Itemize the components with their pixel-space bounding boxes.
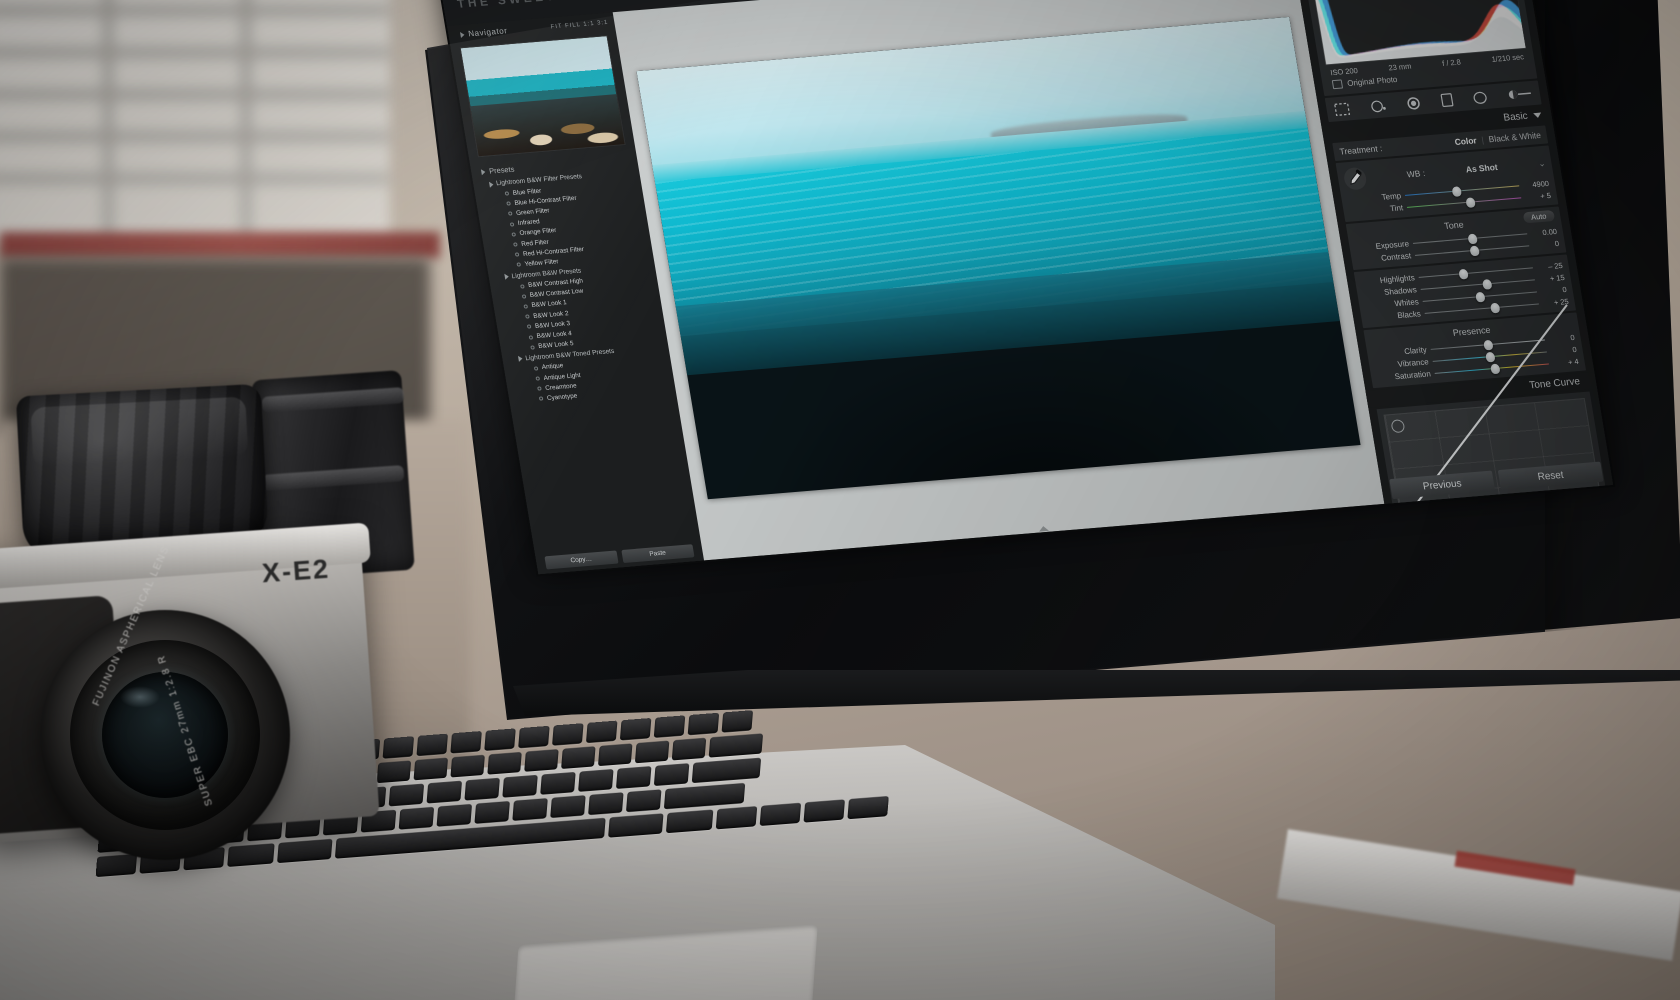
slider-value[interactable]: 0 — [1548, 332, 1576, 343]
preset-bullet-icon — [504, 191, 510, 196]
slider-value[interactable]: 0.00 — [1530, 226, 1558, 237]
wall-accent-stripe — [0, 232, 440, 258]
lightroom-window: Lightroom File Edit Develop Photo Settin… — [435, 0, 1614, 575]
basic-title: Basic — [1502, 110, 1529, 124]
crop-overlay-icon[interactable] — [1333, 102, 1351, 116]
tone-curve-panel — [1376, 304, 1610, 532]
presets-label: Presets — [488, 164, 516, 176]
auto-tone-button[interactable]: Auto — [1522, 209, 1556, 224]
slider-value[interactable]: 0 — [1532, 238, 1560, 249]
preset-bullet-icon — [514, 252, 520, 257]
copy-button[interactable]: Copy… — [544, 550, 619, 570]
preset-bullet-icon — [537, 386, 542, 391]
graduated-filter-icon[interactable] — [1440, 93, 1454, 108]
tone-curve-title: Tone Curve — [1528, 376, 1581, 392]
identity-plate[interactable]: THE SWEET SETUP — [456, 0, 620, 11]
disclosure-triangle-icon[interactable] — [504, 273, 510, 280]
white-balance-selector-icon[interactable] — [1342, 166, 1368, 191]
navigator-zoom-options[interactable]: FIT FILL 1:1 3:1 — [550, 19, 609, 30]
treatment-bw-option[interactable]: Black & White — [1488, 130, 1542, 144]
slider-value[interactable]: + 5 — [1524, 190, 1552, 201]
navigator-thumbnail[interactable] — [459, 34, 626, 158]
preset-bullet-icon — [506, 201, 511, 206]
target-adjustment-icon[interactable] — [1390, 419, 1406, 434]
checkbox-icon[interactable] — [1331, 79, 1344, 90]
spot-removal-icon[interactable] — [1369, 99, 1388, 113]
slider-value[interactable]: 4900 — [1522, 178, 1550, 189]
preset-bullet-icon — [528, 334, 534, 340]
wb-value[interactable]: As Shot — [1465, 162, 1498, 175]
slider-value[interactable]: 0 — [1550, 344, 1578, 355]
camera-model-badge: X-E2 — [261, 553, 331, 589]
preset-bullet-icon — [523, 304, 529, 309]
slider-value[interactable]: 0 — [1540, 284, 1568, 295]
preset-bullet-icon — [509, 221, 515, 227]
photograph-scene: Lightroom File Edit Develop Photo Settin… — [0, 0, 1680, 1000]
slider-value[interactable]: + 15 — [1538, 272, 1565, 283]
histogram-panel: ISO 200 23 mm f / 2.8 1/210 sec Original… — [1304, 0, 1538, 97]
red-eye-icon[interactable] — [1406, 96, 1422, 110]
camera-lens-glass — [102, 672, 228, 798]
disclosure-triangle-icon[interactable] — [488, 180, 494, 188]
preset-label: Cyanotype — [546, 392, 578, 403]
preset-label: Red Filter — [520, 238, 550, 248]
preset-bullet-icon — [511, 232, 517, 237]
image-canvas[interactable] — [612, 0, 1385, 561]
preset-label: Infrared — [517, 218, 541, 228]
slider-label: Blacks — [1396, 308, 1422, 320]
tone-title: Tone — [1443, 219, 1465, 232]
lightroom-workspace: Navigator FIT FILL 1:1 3:1 Presets Light… — [447, 0, 1614, 575]
aperture-value: f / 2.8 — [1441, 57, 1462, 68]
wb-label: WB : — [1406, 167, 1426, 180]
camera-lens-reflection — [120, 686, 160, 708]
preset-bullet-icon — [516, 262, 522, 268]
edited-photo[interactable] — [636, 17, 1361, 500]
treatment-options[interactable]: Color | Black & White — [1454, 130, 1542, 147]
treatment-label: Treatment : — [1338, 143, 1384, 157]
radial-filter-icon[interactable] — [1472, 90, 1489, 104]
wb-dropdown-icon[interactable]: ⌄ — [1538, 157, 1547, 169]
disclosure-triangle-icon[interactable] — [518, 355, 523, 363]
slider-value[interactable]: – 25 — [1536, 260, 1563, 271]
paste-button[interactable]: Paste — [620, 544, 695, 564]
chevron-down-icon[interactable] — [1533, 112, 1542, 119]
filmstrip-toggle-icon[interactable] — [1038, 525, 1049, 532]
preset-bullet-icon — [535, 376, 541, 381]
slider-label: Saturation — [1393, 368, 1432, 381]
preset-bullet-icon — [530, 345, 535, 350]
slider-label: Tint — [1389, 202, 1404, 213]
left-panel-buttons[interactable]: Copy… Paste — [536, 543, 704, 570]
preset-bullet-icon — [525, 314, 530, 319]
tone-curve-graph[interactable] — [1383, 304, 1603, 525]
treatment-color-option[interactable]: Color — [1454, 135, 1478, 147]
slider-label: Contrast — [1380, 250, 1412, 263]
laptop-screen: Lightroom File Edit Develop Photo Settin… — [435, 0, 1680, 714]
preset-bullet-icon — [508, 211, 513, 217]
adjustment-brush-icon[interactable] — [1507, 87, 1533, 101]
navigator-label: Navigator — [467, 26, 509, 39]
slider-value[interactable]: + 4 — [1552, 356, 1579, 367]
preset-bullet-icon — [513, 242, 518, 247]
disclosure-triangle-icon[interactable] — [459, 31, 465, 38]
preset-bullet-icon — [533, 366, 539, 371]
disclosure-triangle-icon[interactable] — [480, 168, 486, 175]
preset-bullet-icon — [526, 324, 532, 330]
window-blinds — [0, 0, 390, 240]
preset-bullet-icon — [520, 283, 525, 289]
option-separator: | — [1480, 134, 1485, 145]
focal-length-value: 23 mm — [1387, 61, 1412, 73]
preset-label: Antique — [541, 362, 564, 372]
preset-bullet-icon — [538, 396, 544, 402]
original-photo-label: Original Photo — [1346, 74, 1399, 89]
preset-bullet-icon — [521, 294, 527, 299]
